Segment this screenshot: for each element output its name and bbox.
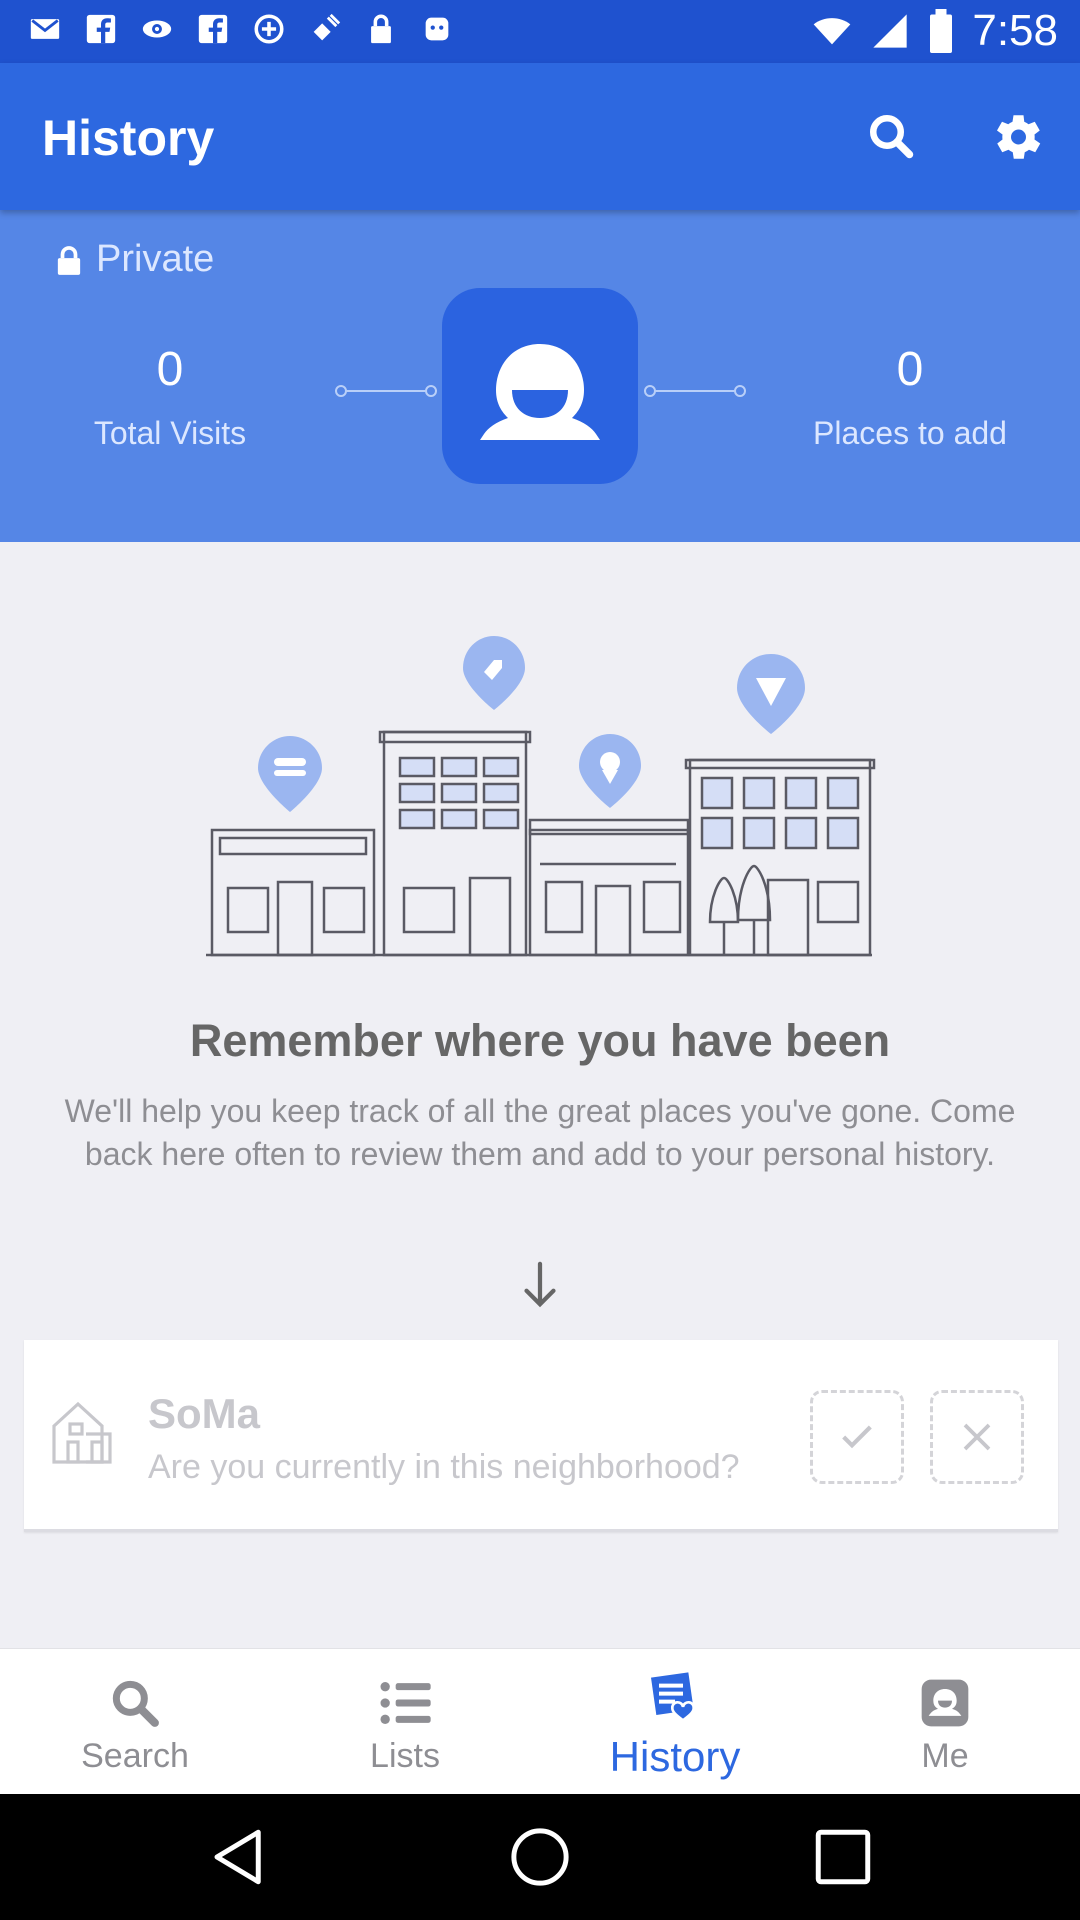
lock-icon: [364, 12, 398, 46]
history-icon: [651, 1672, 696, 1723]
connector-left: [335, 385, 437, 397]
empty-state-heading: Remember where you have been: [189, 1015, 891, 1066]
nav-label-history: History: [609, 1733, 741, 1780]
neighborhood-icon: [50, 1398, 114, 1466]
data-saver-icon: [252, 12, 286, 46]
nav-label-me: Me: [921, 1737, 969, 1775]
eye-icon: [140, 12, 174, 46]
tag-pin-icon: [463, 636, 525, 710]
icecream-pin-icon: [579, 734, 641, 808]
clock: 7:58: [972, 6, 1058, 55]
list-icon: [380, 1682, 431, 1724]
privacy-label: Private: [96, 238, 215, 280]
places-to-add-label: Places to add: [813, 415, 1007, 451]
nav-item-history[interactable]: History: [540, 1649, 810, 1794]
connector-right: [644, 385, 746, 397]
search-icon: [112, 1680, 159, 1727]
system-nav-bar: [0, 1794, 1080, 1920]
lock-icon: [57, 245, 81, 275]
burger-pin-icon: [258, 736, 322, 812]
close-icon: [963, 1423, 991, 1451]
nav-item-me[interactable]: Me: [810, 1649, 1080, 1794]
neighborhood-name: SoMa: [148, 1390, 261, 1437]
empty-state-description: We'll help you keep track of all the gre…: [64, 1093, 1016, 1172]
nav-label-search: Search: [81, 1737, 189, 1775]
battery-icon: [930, 9, 953, 53]
mail-icon: [28, 12, 62, 46]
total-visits-label: Total Visits: [93, 415, 247, 451]
notification-icons: [28, 12, 454, 46]
system-status: 7:58: [812, 6, 1058, 56]
profile-header: Private 0 Total Visits 0 Places to add: [0, 210, 1080, 542]
neighborhood-card: SoMa Are you currently in this neighborh…: [24, 1340, 1058, 1532]
street-illustration: [200, 620, 880, 960]
facebook-icon: [84, 12, 118, 46]
check-icon: [842, 1425, 872, 1449]
home-button[interactable]: [507, 1824, 573, 1890]
total-visits-stat: 0 Total Visits: [40, 342, 300, 452]
total-visits-value: 0: [156, 343, 184, 396]
settings-button[interactable]: [986, 107, 1046, 167]
arrow-down-icon: [516, 1260, 564, 1310]
pizza-pin-icon: [737, 654, 805, 734]
confirm-button[interactable]: [810, 1390, 904, 1484]
places-to-add-stat: 0 Places to add: [780, 342, 1040, 452]
search-icon: [870, 115, 914, 159]
person-icon: [480, 344, 600, 440]
facebook-icon-2: [196, 12, 230, 46]
app-bar: History: [0, 63, 1080, 210]
back-button[interactable]: [206, 1824, 272, 1890]
satellite-icon: [308, 12, 342, 46]
nav-label-lists: Lists: [370, 1737, 440, 1775]
neighborhood-question: Are you currently in this neighborhood?: [148, 1448, 740, 1486]
signal-icon: [873, 14, 908, 48]
recents-button[interactable]: [810, 1824, 876, 1890]
search-button[interactable]: [862, 107, 922, 167]
wifi-icon: [814, 18, 851, 45]
places-to-add-value: 0: [896, 343, 924, 396]
nav-item-search[interactable]: Search: [0, 1649, 270, 1794]
nav-item-lists[interactable]: Lists: [270, 1649, 540, 1794]
privacy-indicator[interactable]: Private: [56, 238, 214, 281]
dismiss-button[interactable]: [930, 1390, 1024, 1484]
android-icon: [420, 12, 454, 46]
status-bar: 7:58: [0, 0, 1080, 63]
avatar[interactable]: [442, 288, 638, 484]
bottom-nav: Search Lists History Me: [0, 1648, 1080, 1794]
page-title: History: [42, 110, 215, 166]
gear-icon: [997, 115, 1041, 159]
profile-icon: [921, 1679, 969, 1727]
